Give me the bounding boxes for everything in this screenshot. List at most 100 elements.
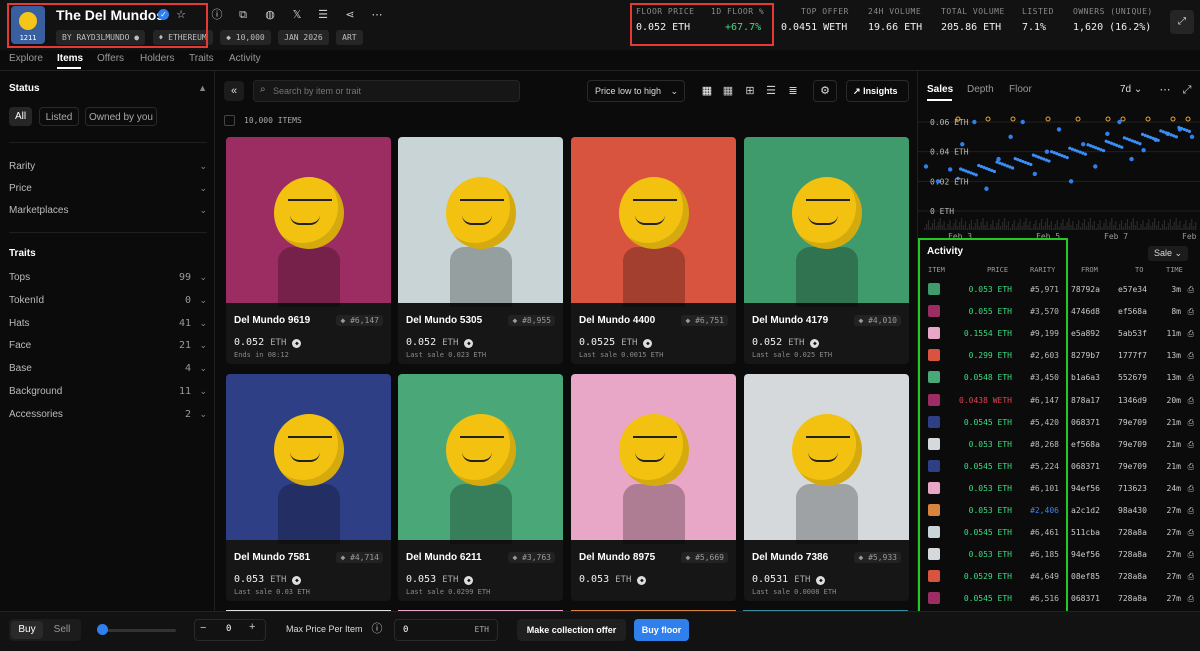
status-section-title[interactable]: Status ▲ [9, 83, 207, 94]
external-link-icon[interactable]: ⎙ [1188, 506, 1194, 516]
nft-image[interactable] [226, 137, 391, 307]
trait-accessories[interactable]: Accessories 2 ⌄ [9, 409, 207, 420]
status-all-button[interactable]: All [9, 107, 32, 126]
external-link-icon[interactable]: ⎙ [1188, 373, 1194, 383]
external-link-icon[interactable]: ⎙ [1188, 329, 1194, 339]
external-link-icon[interactable]: ⎙ [1188, 307, 1194, 317]
range-dropdown[interactable]: 7d ⌄ [1120, 84, 1142, 95]
nft-card[interactable]: Del Mundo 6211 ◆ #3,763 0.053 ETH ◆ Last sa… [398, 374, 563, 601]
activity-from[interactable]: 068371 [1071, 462, 1100, 471]
tab-depth[interactable]: Depth [967, 84, 994, 95]
nft-image[interactable] [398, 374, 563, 544]
activity-from[interactable]: 068371 [1071, 594, 1100, 603]
globe-icon[interactable]: ◍ [263, 8, 277, 22]
copy-icon[interactable]: ⧉ [236, 8, 250, 22]
tab-explore[interactable]: Explore [9, 53, 43, 64]
sort-dropdown[interactable]: Price low to high ⌄ [587, 80, 685, 102]
external-link-icon[interactable]: ⎙ [1188, 528, 1194, 538]
activity-filter-dropdown[interactable]: Sale ⌄ [1148, 246, 1189, 261]
activity-from[interactable]: ef568a [1071, 440, 1100, 449]
activity-from[interactable]: 94ef56 [1071, 484, 1100, 493]
nft-card[interactable]: Del Mundo 9619 ◆ #6,147 0.052 ETH ◆ Ends in… [226, 137, 391, 364]
share-icon[interactable]: ⋖ [343, 8, 357, 22]
nft-image[interactable] [398, 137, 563, 307]
activity-to[interactable]: 1346d9 [1118, 396, 1147, 405]
collapse-sidebar-button[interactable]: « [224, 81, 244, 101]
x-icon[interactable]: 𝕏 [290, 8, 304, 22]
activity-to[interactable]: ef568a [1118, 307, 1147, 316]
quantity-slider-handle[interactable] [97, 624, 108, 635]
activity-to[interactable]: 728a8a [1118, 572, 1147, 581]
external-link-icon[interactable]: ⎙ [1188, 396, 1194, 406]
more-icon[interactable]: ⋯ [370, 8, 384, 22]
tab-sales[interactable]: Sales [927, 84, 953, 95]
trait-hats[interactable]: Hats 41 ⌄ [9, 318, 207, 329]
sell-tab[interactable]: Sell [46, 621, 78, 639]
external-link-icon[interactable]: ⎙ [1188, 440, 1194, 450]
expand-icon[interactable]: ⤢ [1180, 83, 1194, 97]
nft-image[interactable] [744, 137, 909, 307]
filter-rarity[interactable]: Rarity ⌄ [9, 161, 207, 172]
quantity-slider-track[interactable] [102, 629, 176, 632]
tab-activity[interactable]: Activity [229, 53, 261, 64]
nft-image[interactable] [571, 137, 736, 307]
activity-from[interactable]: 4746d8 [1071, 307, 1100, 316]
activity-from[interactable]: 511cba [1071, 528, 1100, 537]
list-icon[interactable]: ☰ [764, 84, 778, 98]
info-icon[interactable]: ⓘ [370, 622, 384, 636]
tab-items[interactable]: Items [57, 53, 83, 64]
select-all-checkbox[interactable] [224, 115, 235, 126]
filter-marketplaces[interactable]: Marketplaces ⌄ [9, 205, 207, 216]
activity-to[interactable]: 552679 [1118, 373, 1147, 382]
nft-card[interactable]: Del Mundo 7386 ◆ #5,933 0.0531 ETH ◆ Last s… [744, 374, 909, 601]
search-input[interactable] [273, 84, 513, 98]
status-owned-button[interactable]: Owned by you [85, 107, 157, 126]
tab-traits[interactable]: Traits [189, 53, 214, 64]
max-price-field[interactable]: 0 ETH [394, 619, 498, 641]
activity-from[interactable]: 78792a [1071, 285, 1100, 294]
grid-large-icon[interactable]: ▦ [700, 84, 714, 98]
grid-small-icon[interactable]: ⊞ [743, 84, 757, 98]
activity-to[interactable]: 79e709 [1118, 440, 1147, 449]
quantity-value[interactable]: 0 [226, 624, 231, 634]
more-icon[interactable]: ⋯ [1158, 83, 1172, 97]
external-link-icon[interactable]: ⎙ [1188, 462, 1194, 472]
grid-medium-icon[interactable]: ▦ [721, 84, 735, 98]
activity-to[interactable]: 728a8a [1118, 550, 1147, 559]
decrement-button[interactable]: − [200, 622, 206, 634]
make-collection-offer-button[interactable]: Make collection offer [517, 619, 626, 641]
trait-background[interactable]: Background 11 ⌄ [9, 386, 207, 397]
nft-card[interactable]: Del Mundo 8975 ◆ #5,669 0.053 ETH ◆ [571, 374, 736, 601]
nft-card[interactable]: Del Mundo 7581 ◆ #4,714 0.053 ETH ◆ Last sa… [226, 374, 391, 601]
filter-price[interactable]: Price ⌄ [9, 183, 207, 194]
external-link-icon[interactable]: ⎙ [1188, 351, 1194, 361]
trait-tokenid[interactable]: TokenId 0 ⌄ [9, 295, 207, 306]
activity-to[interactable]: 79e709 [1118, 418, 1147, 427]
status-listed-button[interactable]: Listed [39, 107, 79, 126]
activity-to[interactable]: 5ab53f [1118, 329, 1147, 338]
tab-holders[interactable]: Holders [140, 53, 174, 64]
search-box[interactable]: ⌕ [253, 80, 520, 102]
activity-from[interactable]: 08ef85 [1071, 572, 1100, 581]
tab-floor[interactable]: Floor [1009, 84, 1032, 95]
buy-tab[interactable]: Buy [11, 621, 43, 639]
nft-card[interactable]: Del Mundo 5305 ◆ #8,955 0.052 ETH ◆ Last sa… [398, 137, 563, 364]
nft-card[interactable]: Del Mundo 4400 ◆ #6,751 0.0525 ETH ◆ Last s… [571, 137, 736, 364]
activity-to[interactable]: 728a8a [1118, 594, 1147, 603]
insights-button[interactable]: ↗ Insights [846, 80, 909, 102]
tab-offers[interactable]: Offers [97, 53, 124, 64]
nft-image[interactable] [571, 374, 736, 544]
external-link-icon[interactable]: ⎙ [1188, 484, 1194, 494]
activity-to[interactable]: e57e34 [1118, 285, 1147, 294]
activity-to[interactable]: 79e709 [1118, 462, 1147, 471]
activity-from[interactable]: 94ef56 [1071, 550, 1100, 559]
opensea-icon[interactable]: ☰ [316, 8, 330, 22]
increment-button[interactable]: + [249, 621, 255, 633]
activity-from[interactable]: 8279b7 [1071, 351, 1100, 360]
activity-from[interactable]: b1a6a3 [1071, 373, 1100, 382]
buy-floor-button[interactable]: Buy floor [634, 619, 689, 641]
activity-from[interactable]: 878a17 [1071, 396, 1100, 405]
external-link-icon[interactable]: ⎙ [1188, 285, 1194, 295]
nft-image[interactable] [744, 374, 909, 544]
info-icon[interactable]: ⓘ [210, 8, 224, 22]
